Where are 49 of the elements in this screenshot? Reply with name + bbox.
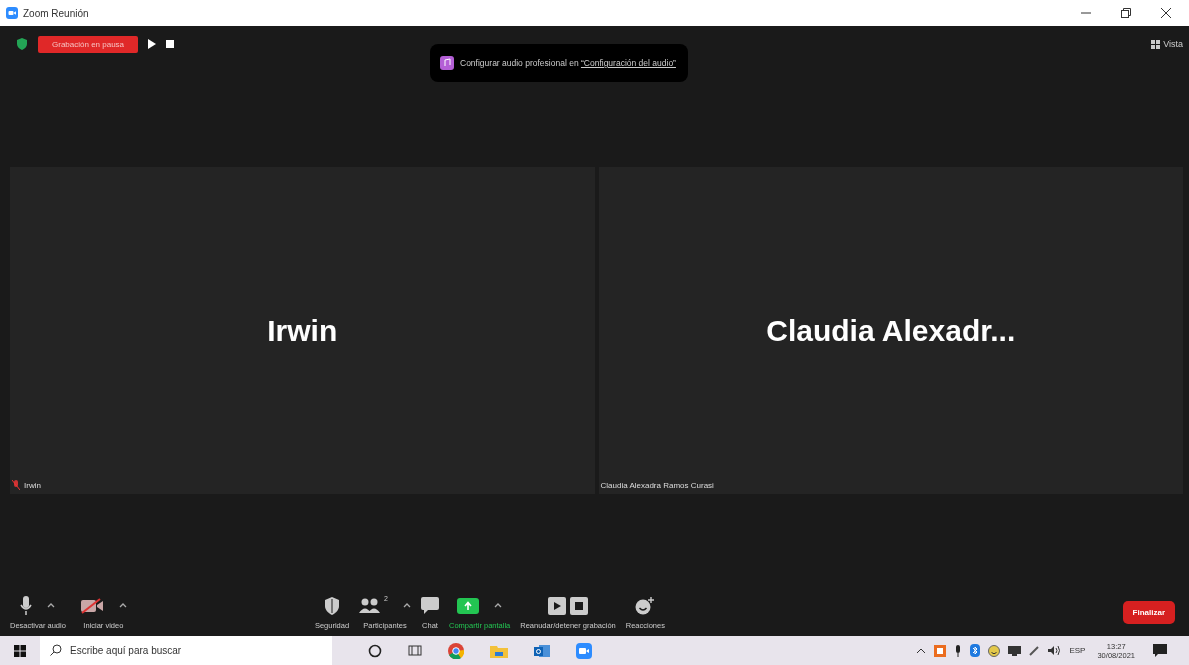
language-indicator[interactable]: ESP (1069, 646, 1086, 655)
chat-icon[interactable] (421, 597, 439, 614)
bluetooth-icon[interactable] (970, 644, 981, 657)
recording-status: Grabación en pausa (38, 35, 139, 53)
people-icon[interactable] (359, 597, 382, 614)
view-button[interactable]: Vista (1151, 39, 1183, 49)
pen-icon[interactable] (1029, 645, 1041, 656)
caret-icon[interactable] (47, 603, 56, 608)
audio-settings-link[interactable]: “Configuración del audio” (580, 58, 676, 68)
search-icon (50, 644, 62, 656)
share-screen-icon[interactable] (457, 597, 480, 614)
participant-name: Claudia Alexadr... (766, 313, 1016, 348)
browser-icon[interactable] (448, 642, 464, 659)
microphone-icon[interactable] (954, 644, 963, 657)
crossed-camera-icon[interactable] (79, 597, 104, 614)
shield-icon[interactable] (16, 38, 28, 50)
record-controls-icon[interactable] (548, 596, 588, 615)
circle-icon[interactable] (368, 643, 382, 658)
windows-start-icon[interactable] (14, 644, 26, 657)
caret-icon[interactable] (494, 603, 503, 608)
participant-name: Irwin (267, 313, 338, 348)
audio-settings-icon (440, 56, 454, 70)
folder-icon[interactable] (490, 643, 508, 658)
notice-text: Configurar audio profesional en “Configuración del audio” (460, 58, 676, 68)
video-app-icon[interactable] (576, 642, 592, 659)
zoom-logo-icon (6, 7, 18, 19)
speaker-icon[interactable] (1048, 645, 1062, 656)
task-view-icon[interactable] (408, 644, 422, 657)
notifications-icon[interactable] (1153, 644, 1167, 657)
office-icon[interactable] (934, 644, 947, 657)
search-field[interactable]: Escribe aquí para buscar (40, 636, 332, 665)
restore-icon[interactable] (1121, 8, 1131, 18)
name-label: Claudia Alexadra Ramos Curasi (600, 481, 714, 490)
mail-app-icon[interactable] (534, 642, 550, 659)
end-meeting-button[interactable]: Finalizar (1122, 600, 1175, 624)
smiley-plus-icon[interactable] (635, 596, 656, 615)
caret-icon[interactable] (403, 603, 411, 608)
name-label: Irwin (24, 480, 41, 490)
grid-icon (1151, 39, 1161, 49)
stop-icon[interactable] (166, 40, 175, 48)
window-title: Zoom Reunión (23, 7, 89, 19)
network-icon[interactable] (1008, 645, 1022, 656)
close-icon[interactable] (1161, 8, 1171, 18)
chevron-up-icon[interactable] (916, 647, 927, 654)
shield-icon[interactable] (323, 596, 340, 615)
microphone-icon[interactable] (20, 595, 33, 616)
caret-icon[interactable] (118, 603, 127, 608)
play-icon[interactable] (148, 39, 157, 49)
smiley-icon[interactable] (988, 644, 1001, 657)
